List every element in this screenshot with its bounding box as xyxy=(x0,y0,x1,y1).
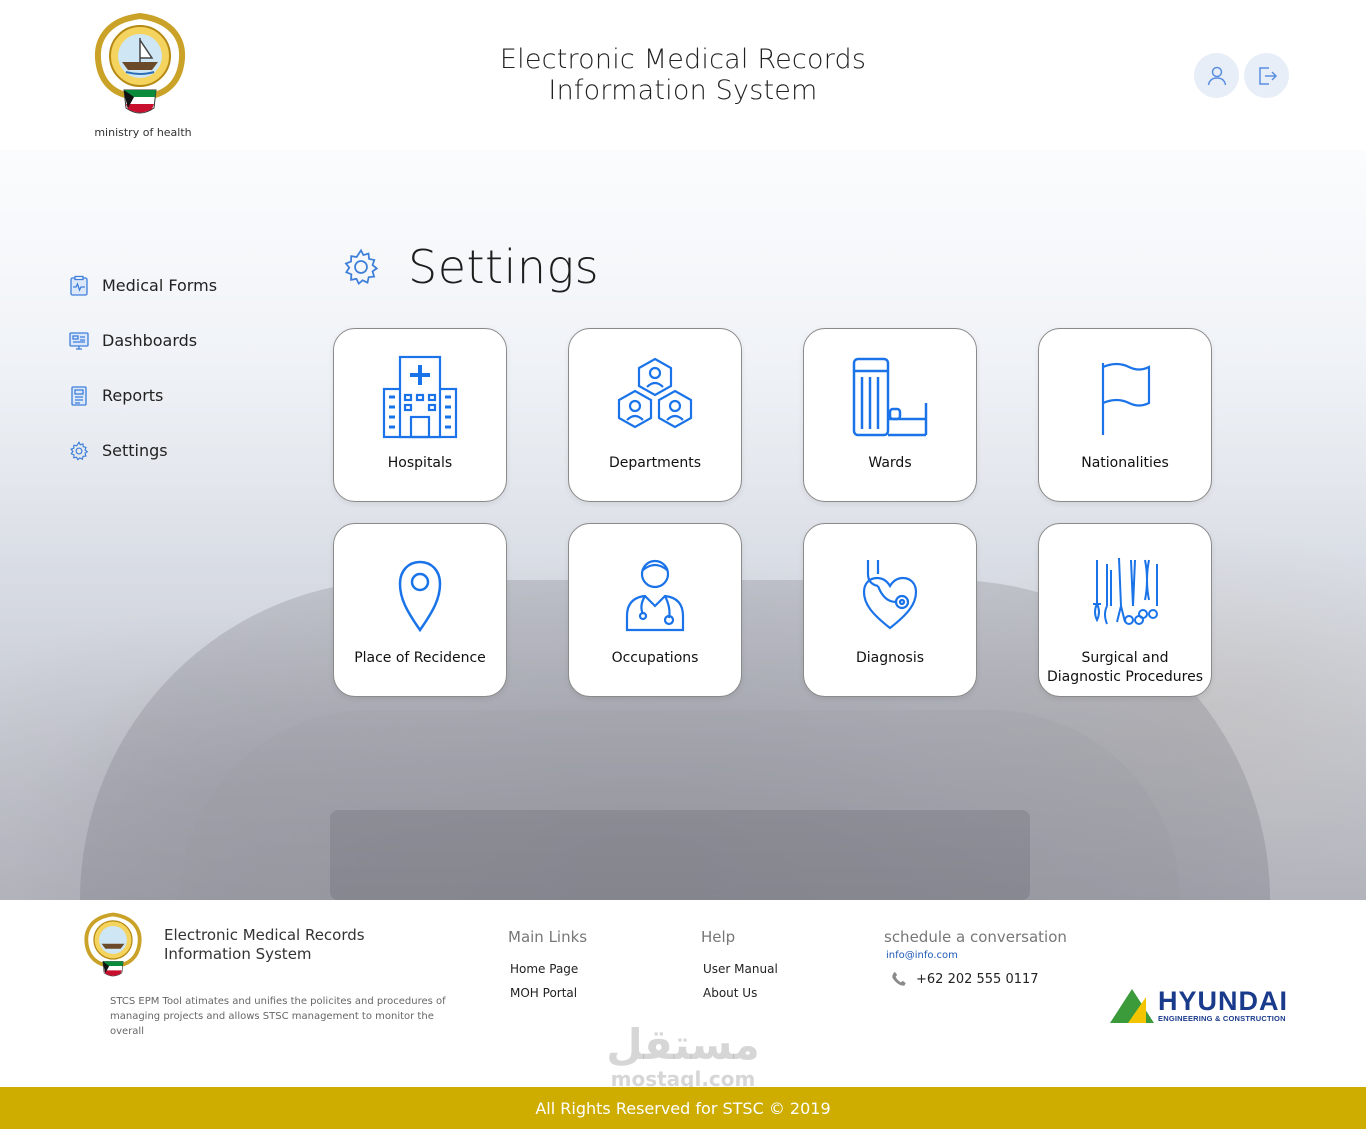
home-page-link[interactable]: Home Page xyxy=(510,962,578,976)
sidebar: Medical Forms Dashboards Reports Setting… xyxy=(68,258,288,478)
sidebar-item-label: Dashboards xyxy=(102,331,198,350)
medical-form-icon xyxy=(70,275,88,296)
card-diagnosis[interactable]: Diagnosis xyxy=(803,523,977,697)
bed-icon xyxy=(852,357,928,437)
location-pin-icon xyxy=(398,560,442,633)
help-heading: Help xyxy=(701,928,736,946)
partner-name: HYUNDAI xyxy=(1158,986,1289,1016)
main-links-heading: Main Links xyxy=(508,928,588,946)
copyright-text: All Rights Reserved for STSC © 2019 xyxy=(535,1098,831,1118)
watermark: مستقل mostaql.com xyxy=(598,1020,768,1091)
dashboard-icon xyxy=(69,331,89,350)
card-nationalities[interactable]: Nationalities xyxy=(1038,328,1212,502)
card-label: Diagnosis xyxy=(855,650,925,666)
sidebar-item-medical-forms[interactable]: Medical Forms xyxy=(68,258,288,313)
app-title-line2: Information System xyxy=(548,75,818,106)
hospital-icon xyxy=(382,355,458,439)
sidebar-item-label: Reports xyxy=(102,386,164,405)
gear-icon xyxy=(70,440,89,461)
footer-title-line1: Electronic Medical Records xyxy=(164,926,365,944)
surgical-tools-icon xyxy=(1093,557,1158,625)
app-title: Electronic Medical Records Information S… xyxy=(483,44,883,106)
kuwait-emblem-logo[interactable] xyxy=(88,10,192,118)
card-occupations[interactable]: Occupations xyxy=(568,523,742,697)
phone-icon xyxy=(892,971,906,986)
watermark-arabic: مستقل xyxy=(606,1020,760,1069)
sidebar-item-label: Medical Forms xyxy=(102,276,218,295)
card-surgical-procedures[interactable]: Surgical and Diagnostic Procedures xyxy=(1038,523,1212,697)
moh-portal-link[interactable]: MOH Portal xyxy=(510,986,577,1000)
card-label: Departments xyxy=(608,455,701,471)
flag-icon xyxy=(1101,362,1151,435)
footer-description: STCS EPM Tool atimates and unifies the p… xyxy=(110,996,446,1037)
sidebar-item-dashboards[interactable]: Dashboards xyxy=(68,313,288,368)
user-icon xyxy=(1207,66,1226,85)
user-manual-link[interactable]: User Manual xyxy=(703,962,778,976)
schedule-heading: schedule a conversation xyxy=(884,928,1067,946)
doctor-icon xyxy=(625,559,685,632)
page-title: Settings xyxy=(408,240,600,294)
card-label: Occupations xyxy=(611,650,699,666)
card-label: Hospitals xyxy=(387,455,453,471)
partner-triangle-icon xyxy=(1110,988,1154,1023)
sidebar-item-reports[interactable]: Reports xyxy=(68,368,288,423)
partner-subtitle: ENGINEERING & CONSTRUCTION xyxy=(1158,1014,1286,1023)
sidebar-item-settings[interactable]: Settings xyxy=(68,423,288,478)
card-label: Wards xyxy=(868,455,912,471)
card-wards[interactable]: Wards xyxy=(803,328,977,502)
profile-button[interactable] xyxy=(1194,53,1239,98)
departments-icon xyxy=(617,357,693,429)
card-label: Place of Recidence xyxy=(354,650,486,666)
about-us-link[interactable]: About Us xyxy=(703,986,757,1000)
app-title-line1: Electronic Medical Records xyxy=(499,44,867,75)
report-icon xyxy=(71,385,87,406)
footer-title-line2: Information System xyxy=(164,945,312,963)
sidebar-item-label: Settings xyxy=(102,441,168,460)
copyright-bar: All Rights Reserved for STSC © 2019 xyxy=(0,1087,1366,1129)
logout-icon xyxy=(1258,66,1277,85)
card-label: Surgical and Diagnostic Procedures xyxy=(1046,650,1204,685)
phone-number[interactable]: +62 202 555 0117 xyxy=(890,970,1039,988)
partner-logo: HYUNDAI ENGINEERING & CONSTRUCTION xyxy=(1110,988,1288,1023)
stethoscope-heart-icon xyxy=(862,560,918,630)
card-label: Nationalities xyxy=(1081,455,1169,471)
gear-icon xyxy=(344,248,379,286)
logo-caption: ministry of health xyxy=(94,126,192,139)
header: ministry of health Electronic Medical Re… xyxy=(0,0,1366,150)
card-departments[interactable]: Departments xyxy=(568,328,742,502)
card-place-of-residence[interactable]: Place of Recidence xyxy=(333,523,507,697)
phone-text: +62 202 555 0117 xyxy=(916,971,1039,987)
page-heading: Settings xyxy=(340,240,599,294)
email-link[interactable]: info@info.com xyxy=(886,950,958,961)
kuwait-emblem-logo xyxy=(84,912,142,977)
logout-button[interactable] xyxy=(1244,53,1289,98)
footer-title: Electronic Medical Records Information S… xyxy=(164,926,365,964)
card-hospitals[interactable]: Hospitals xyxy=(333,328,507,502)
